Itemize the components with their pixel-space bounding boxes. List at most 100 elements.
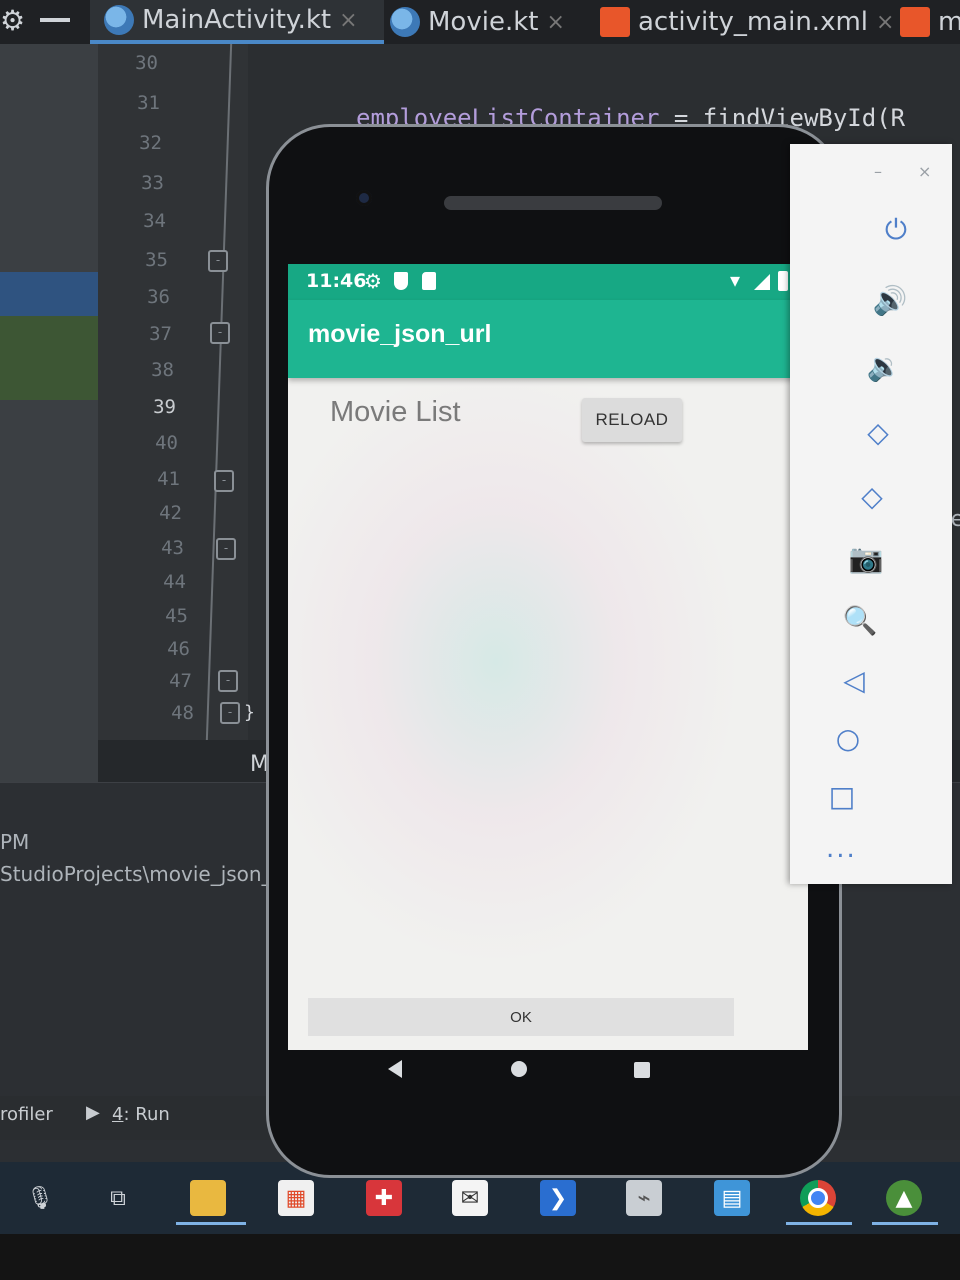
close-icon[interactable]: × [876,10,894,35]
project-selected-row[interactable] [0,272,98,316]
xml-file-icon [600,7,630,37]
line-number: 47 [169,670,192,692]
line-number: 46 [167,638,190,660]
line-number: 37 [149,323,172,345]
line-number: 41 [157,468,180,490]
status-time: 11:46 [306,270,367,292]
profiler-tab[interactable]: rofiler [0,1104,53,1125]
minimize-icon[interactable] [40,18,70,22]
monitor-bezel [0,1234,960,1280]
mail-icon[interactable]: ✉ [452,1180,488,1216]
tab-activity-main[interactable]: activity_main.xml × [600,0,894,44]
line-number: 44 [163,571,186,593]
line-number: 34 [143,210,166,232]
powershell-icon[interactable]: ❯ [540,1180,576,1216]
kotlin-file-icon [390,7,420,37]
line-number: 38 [151,359,174,381]
xml-file-icon [900,7,930,37]
control-panel-icon[interactable]: ▤ [714,1180,750,1216]
overview-icon[interactable]: □ [822,776,862,816]
home-icon[interactable]: ○ [828,718,868,758]
active-app-indicator [786,1222,852,1225]
line-number: 32 [139,132,162,154]
back-icon[interactable]: ◁ [834,660,874,700]
run-tab-number: 4 [112,1104,124,1125]
tab-movie[interactable]: Movie.kt × [390,0,565,44]
line-number: 33 [141,172,164,194]
project-highlight-row [0,316,98,400]
line-number: 45 [165,605,188,627]
line-number-current: 39 [153,396,176,418]
network-icon[interactable]: ⌁ [626,1180,662,1216]
nav-home-icon[interactable] [511,1061,527,1077]
active-app-indicator [872,1222,938,1225]
active-app-indicator [176,1222,246,1225]
console-line: StudioProjects\movie_json_u [0,862,285,886]
battery-icon [778,271,788,291]
camera-icon[interactable]: 📷 [846,538,886,578]
fold-marker-icon[interactable]: - [220,702,240,724]
run-tab-label: : Run [123,1104,170,1125]
reload-button[interactable]: RELOAD [582,398,682,442]
run-tab[interactable]: 4: Run [112,1104,170,1125]
chrome-icon[interactable] [800,1180,836,1216]
signal-icon [754,274,770,290]
settings-icon: ⚙ [364,269,382,293]
line-number: 36 [147,286,170,308]
wifi-icon: ▾ [730,268,741,292]
tab-mainactivity[interactable]: MainActivity.kt × [90,0,384,44]
fold-marker-icon[interactable]: - [216,538,236,560]
android-studio-icon[interactable]: ▲ [886,1180,922,1216]
microphone-icon[interactable]: 🎙 [22,1180,58,1216]
minimize-icon[interactable]: – [874,162,882,181]
nav-recents-icon[interactable] [634,1062,650,1078]
shield-icon [394,272,408,290]
nav-back-icon[interactable] [388,1060,402,1078]
status-bar: 11:46 ⚙ ▾ [288,264,808,300]
task-view-icon[interactable]: ⧉ [100,1180,136,1216]
store-icon[interactable]: ▦ [278,1180,314,1216]
line-number: 40 [155,432,178,454]
more-options-icon[interactable]: ... [826,834,857,864]
tab-label: Movie.kt [428,7,539,37]
ok-button[interactable]: OK [308,998,734,1036]
fold-marker-icon[interactable]: - [214,470,234,492]
screen-glare [288,344,808,1050]
kotlin-file-icon [104,5,134,35]
line-number: 31 [137,92,160,114]
tab-label: m [938,7,960,37]
power-icon[interactable]: ⏻ [876,210,916,250]
line-number: 30 [135,52,158,74]
gift-icon[interactable]: ✚ [366,1180,402,1216]
run-icon[interactable]: ▶ [86,1102,100,1123]
movie-list-heading: Movie List [330,396,461,428]
volume-up-icon[interactable]: 🔊 [870,280,910,320]
line-number: 42 [159,502,182,524]
tab-label: MainActivity.kt [142,5,332,35]
console-line: PM [0,830,30,854]
file-explorer-icon[interactable] [190,1180,226,1216]
app-title: movie_json_url [308,320,492,348]
rotate-left-icon[interactable]: ◇ [858,412,898,452]
app-bar: movie_json_url [288,300,808,378]
volume-down-icon[interactable]: 🔉 [864,346,904,386]
fold-marker-icon[interactable]: - [218,670,238,692]
line-number: 43 [161,537,184,559]
emulator-screen[interactable]: 11:46 ⚙ ▾ movie_json_url Movie List RELO… [288,264,808,1050]
line-number: 48 [171,702,194,724]
close-icon[interactable]: × [546,10,564,35]
zoom-icon[interactable]: 🔍 [840,600,880,640]
fold-marker-icon[interactable]: - [210,322,230,344]
rotate-right-icon[interactable]: ◇ [852,476,892,516]
fold-marker-icon[interactable]: - [208,250,228,272]
gear-icon[interactable]: ⚙ [0,4,25,37]
sd-card-icon [422,272,436,290]
close-icon[interactable]: × [918,162,931,181]
phone-speaker [444,196,662,210]
tab-overflow[interactable]: m [900,0,960,44]
editor-tab-bar: ⚙ MainActivity.kt × Movie.kt × activity_… [0,0,960,45]
tab-label: activity_main.xml [638,7,869,37]
front-camera-icon [356,190,372,206]
project-panel [0,44,98,782]
close-icon[interactable]: × [339,8,357,33]
